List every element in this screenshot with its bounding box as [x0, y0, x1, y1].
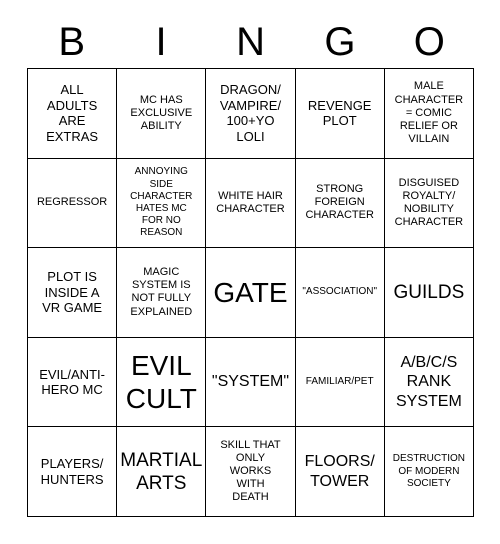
bingo-cell[interactable]: STRONG FOREIGN CHARACTER — [295, 158, 385, 249]
bingo-cell[interactable]: ALL ADULTS ARE EXTRAS — [28, 69, 118, 159]
bingo-header-letter-i: I — [155, 20, 167, 64]
bingo-cell[interactable]: DRAGON/ VAMPIRE/ 100+YO LOLI — [206, 69, 296, 159]
bingo-card: B I N G O ALL ADULTS ARE EXTRAS MC HAS E… — [0, 0, 500, 544]
bingo-cell-label: "ASSOCIATION" — [302, 286, 378, 298]
bingo-cell[interactable]: PLOT IS INSIDE A VR GAME — [28, 248, 118, 338]
bingo-cell[interactable]: SKILL THAT ONLY WORKS WITH DEATH — [206, 427, 296, 517]
bingo-cell-label: "SYSTEM" — [211, 373, 290, 391]
bingo-cell-label: MARTIAL ARTS — [120, 449, 203, 494]
bingo-header: B I N G O — [27, 16, 474, 68]
bingo-grid: ALL ADULTS ARE EXTRAS MC HAS EXCLUSIVE A… — [27, 68, 474, 517]
bingo-cell-label: ANNOYING SIDE CHARACTER HATES MC FOR NO … — [130, 166, 193, 239]
bingo-cell[interactable]: GUILDS — [384, 248, 474, 338]
bingo-cell-label: REGRESSOR — [36, 196, 108, 209]
bingo-header-letter-o: O — [413, 20, 445, 64]
bingo-cell[interactable]: MC HAS EXCLUSIVE ABILITY — [117, 69, 207, 159]
bingo-cell-label: GATE — [213, 276, 288, 308]
bingo-cell-label: ALL ADULTS ARE EXTRAS — [46, 82, 99, 144]
bingo-cell[interactable]: WHITE HAIR CHARACTER — [206, 158, 296, 249]
bingo-cell-label: DISGUISED ROYALTY/ NOBILITY CHARACTER — [394, 176, 464, 229]
bingo-cell-label: PLOT IS INSIDE A VR GAME — [42, 269, 103, 316]
bingo-cell[interactable]: MARTIAL ARTS — [117, 427, 207, 517]
bingo-cell[interactable]: A/B/C/S RANK SYSTEM — [384, 337, 474, 428]
bingo-cell-label: MC HAS EXCLUSIVE ABILITY — [130, 93, 193, 132]
bingo-header-letter-n: N — [236, 20, 265, 64]
bingo-cell[interactable]: MALE CHARACTER = COMIC RELIEF OR VILLAIN — [384, 69, 474, 159]
bingo-cell[interactable]: PLAYERS/ HUNTERS — [28, 427, 118, 517]
bingo-header-letter-b: B — [58, 20, 86, 64]
bingo-cell[interactable]: MAGIC SYSTEM IS NOT FULLY EXPLAINED — [117, 248, 207, 338]
bingo-cell[interactable]: FLOORS/ TOWER — [295, 427, 385, 517]
bingo-cell-label: MAGIC SYSTEM IS NOT FULLY EXPLAINED — [130, 266, 193, 318]
bingo-cell-label: EVIL/ANTI- HERO MC — [39, 366, 105, 398]
bingo-cell-label: SKILL THAT ONLY WORKS WITH DEATH — [220, 438, 281, 504]
bingo-cell-label: GUILDS — [393, 281, 465, 303]
bingo-cell[interactable]: REVENGE PLOT — [295, 69, 385, 159]
bingo-cell-label: REVENGE PLOT — [307, 97, 372, 129]
bingo-cell-label: DESTRUCTION OF MODERN SOCIETY — [392, 453, 465, 489]
bingo-cell[interactable]: REGRESSOR — [28, 158, 118, 249]
bingo-cell-label: DRAGON/ VAMPIRE/ 100+YO LOLI — [219, 82, 282, 144]
bingo-cell-label: FLOORS/ TOWER — [304, 453, 375, 490]
bingo-cell[interactable]: FAMILIAR/PET — [295, 337, 385, 428]
bingo-cell[interactable]: "ASSOCIATION" — [295, 248, 385, 338]
bingo-cell-label: WHITE HAIR CHARACTER — [216, 189, 285, 215]
bingo-cell-label: FAMILIAR/PET — [305, 376, 374, 387]
bingo-cell-label: PLAYERS/ HUNTERS — [40, 456, 104, 487]
bingo-cell[interactable]: DISGUISED ROYALTY/ NOBILITY CHARACTER — [384, 158, 474, 249]
bingo-cell[interactable]: GATE — [206, 248, 296, 338]
bingo-cell[interactable]: EVIL/ANTI- HERO MC — [28, 337, 118, 428]
bingo-cell[interactable]: DESTRUCTION OF MODERN SOCIETY — [384, 427, 474, 517]
bingo-cell[interactable]: ANNOYING SIDE CHARACTER HATES MC FOR NO … — [117, 158, 207, 249]
bingo-cell-label: A/B/C/S RANK SYSTEM — [395, 353, 462, 410]
bingo-cell[interactable]: EVIL CULT — [117, 337, 207, 428]
bingo-cell-label: MALE CHARACTER = COMIC RELIEF OR VILLAIN — [394, 80, 464, 146]
bingo-header-letter-g: G — [324, 20, 356, 64]
bingo-cell[interactable]: "SYSTEM" — [206, 337, 296, 428]
bingo-cell-label: STRONG FOREIGN CHARACTER — [305, 183, 374, 222]
bingo-cell-label: EVIL CULT — [125, 350, 197, 415]
